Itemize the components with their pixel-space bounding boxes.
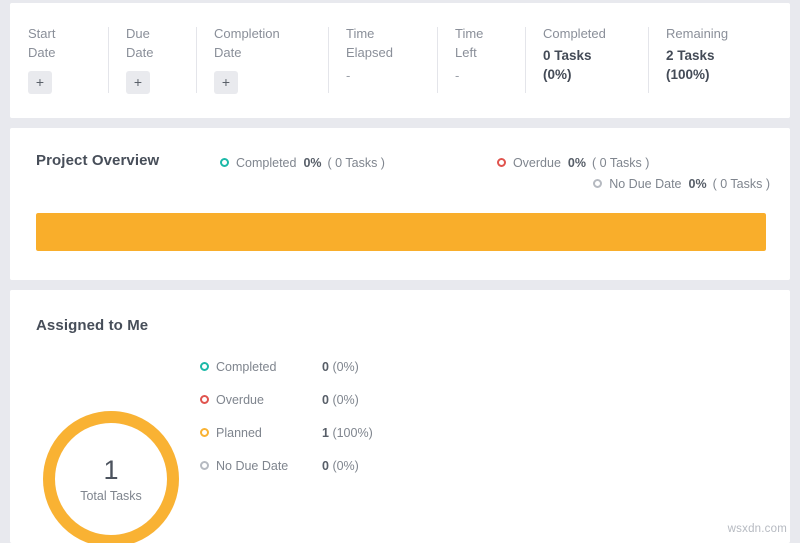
overview-progress-bar bbox=[36, 213, 766, 251]
legend-item-no-due-date[interactable]: No Due Date 0% ( 0 Tasks ) bbox=[593, 173, 770, 194]
legend-count: ( 0 Tasks ) bbox=[592, 156, 649, 170]
overview-header: Project Overview Completed 0% ( 0 Tasks … bbox=[10, 128, 790, 190]
assigned-to-me-card: Assigned to Me 1 Total Tasks Completed 0… bbox=[10, 290, 790, 543]
metric-label: Completed bbox=[543, 25, 630, 44]
legend-percent: 0% bbox=[568, 156, 586, 170]
metric-completed: Completed 0 Tasks (0%) bbox=[525, 25, 648, 97]
project-summary-card: Start Date + Due Date + Completion Date … bbox=[10, 3, 790, 118]
status-dot-icon bbox=[593, 179, 602, 188]
status-dot-icon bbox=[200, 428, 209, 437]
legend-item-completed[interactable]: Completed 0% ( 0 Tasks ) bbox=[220, 152, 385, 173]
legend-percent: (0%) bbox=[332, 393, 358, 407]
progress-fill-planned bbox=[36, 213, 766, 251]
project-overview-card: Project Overview Completed 0% ( 0 Tasks … bbox=[10, 128, 790, 280]
legend-count-value: 0 bbox=[322, 393, 329, 407]
metric-label: Due Date bbox=[126, 25, 178, 62]
donut-total-number: 1 bbox=[103, 455, 118, 485]
section-title-assigned: Assigned to Me bbox=[36, 317, 148, 334]
donut-center-label: 1 Total Tasks bbox=[36, 404, 186, 543]
legend-item-overdue[interactable]: Overdue 0 (0%) bbox=[200, 383, 373, 416]
legend-item-completed[interactable]: Completed 0 (0%) bbox=[200, 350, 373, 383]
legend-label: Planned bbox=[216, 426, 322, 440]
legend-item-no-due-date[interactable]: No Due Date 0 (0%) bbox=[200, 449, 373, 482]
metric-value: 2 Tasks (100%) bbox=[666, 46, 750, 84]
metric-label: Start Date bbox=[28, 25, 90, 62]
metric-label: Time Elapsed bbox=[346, 25, 419, 62]
legend-item-overdue[interactable]: Overdue 0% ( 0 Tasks ) bbox=[497, 152, 649, 173]
metric-start-date: Start Date + bbox=[10, 25, 108, 97]
watermark: wsxdn.com bbox=[728, 523, 787, 535]
legend-label: Completed bbox=[236, 156, 296, 170]
metric-value: - bbox=[455, 66, 507, 85]
legend-count: 0 (0%) bbox=[322, 393, 359, 407]
overview-legend-row-2: No Due Date 0% ( 0 Tasks ) bbox=[220, 173, 770, 194]
legend-percent: 0% bbox=[689, 177, 707, 191]
legend-percent: (100%) bbox=[332, 426, 372, 440]
legend-count: 1 (100%) bbox=[322, 426, 373, 440]
status-dot-icon bbox=[200, 395, 209, 404]
overview-legend-row-1: Completed 0% ( 0 Tasks ) Overdue 0% ( 0 … bbox=[220, 152, 770, 173]
metric-due-date: Due Date + bbox=[108, 25, 196, 97]
metric-completion-date: Completion Date + bbox=[196, 25, 328, 97]
legend-item-planned[interactable]: Planned 1 (100%) bbox=[200, 416, 373, 449]
legend-count: 0 (0%) bbox=[322, 459, 359, 473]
metric-remaining: Remaining 2 Tasks (100%) bbox=[648, 25, 768, 97]
assigned-legend: Completed 0 (0%) Overdue 0 (0%) Planned … bbox=[200, 350, 373, 482]
dashboard-page: Start Date + Due Date + Completion Date … bbox=[0, 0, 800, 543]
legend-percent: (0%) bbox=[332, 459, 358, 473]
legend-percent: 0% bbox=[303, 156, 321, 170]
summary-metrics-row: Start Date + Due Date + Completion Date … bbox=[10, 3, 790, 118]
assigned-donut-chart: 1 Total Tasks bbox=[36, 404, 186, 543]
legend-label: Overdue bbox=[513, 156, 561, 170]
metric-value: 0 Tasks (0%) bbox=[543, 46, 630, 84]
metric-time-left: Time Left - bbox=[437, 25, 525, 97]
legend-count: ( 0 Tasks ) bbox=[328, 156, 385, 170]
status-dot-icon bbox=[200, 362, 209, 371]
metric-label: Remaining bbox=[666, 25, 750, 44]
add-completion-date-button[interactable]: + bbox=[214, 71, 238, 94]
donut-total-caption: Total Tasks bbox=[80, 489, 142, 503]
legend-count: 0 (0%) bbox=[322, 360, 359, 374]
legend-percent: (0%) bbox=[332, 360, 358, 374]
overview-legend: Completed 0% ( 0 Tasks ) Overdue 0% ( 0 … bbox=[220, 152, 770, 194]
add-due-date-button[interactable]: + bbox=[126, 71, 150, 94]
legend-label: No Due Date bbox=[609, 177, 681, 191]
legend-count-value: 1 bbox=[322, 426, 329, 440]
legend-count-value: 0 bbox=[322, 459, 329, 473]
status-dot-icon bbox=[497, 158, 506, 167]
add-start-date-button[interactable]: + bbox=[28, 71, 52, 94]
legend-label: No Due Date bbox=[216, 459, 322, 473]
metric-label: Time Left bbox=[455, 25, 507, 62]
legend-label: Overdue bbox=[216, 393, 322, 407]
legend-label: Completed bbox=[216, 360, 322, 374]
status-dot-icon bbox=[200, 461, 209, 470]
status-dot-icon bbox=[220, 158, 229, 167]
metric-value: - bbox=[346, 66, 419, 85]
metric-time-elapsed: Time Elapsed - bbox=[328, 25, 437, 97]
legend-count-value: 0 bbox=[322, 360, 329, 374]
metric-label: Completion Date bbox=[214, 25, 310, 62]
legend-count: ( 0 Tasks ) bbox=[713, 177, 770, 191]
